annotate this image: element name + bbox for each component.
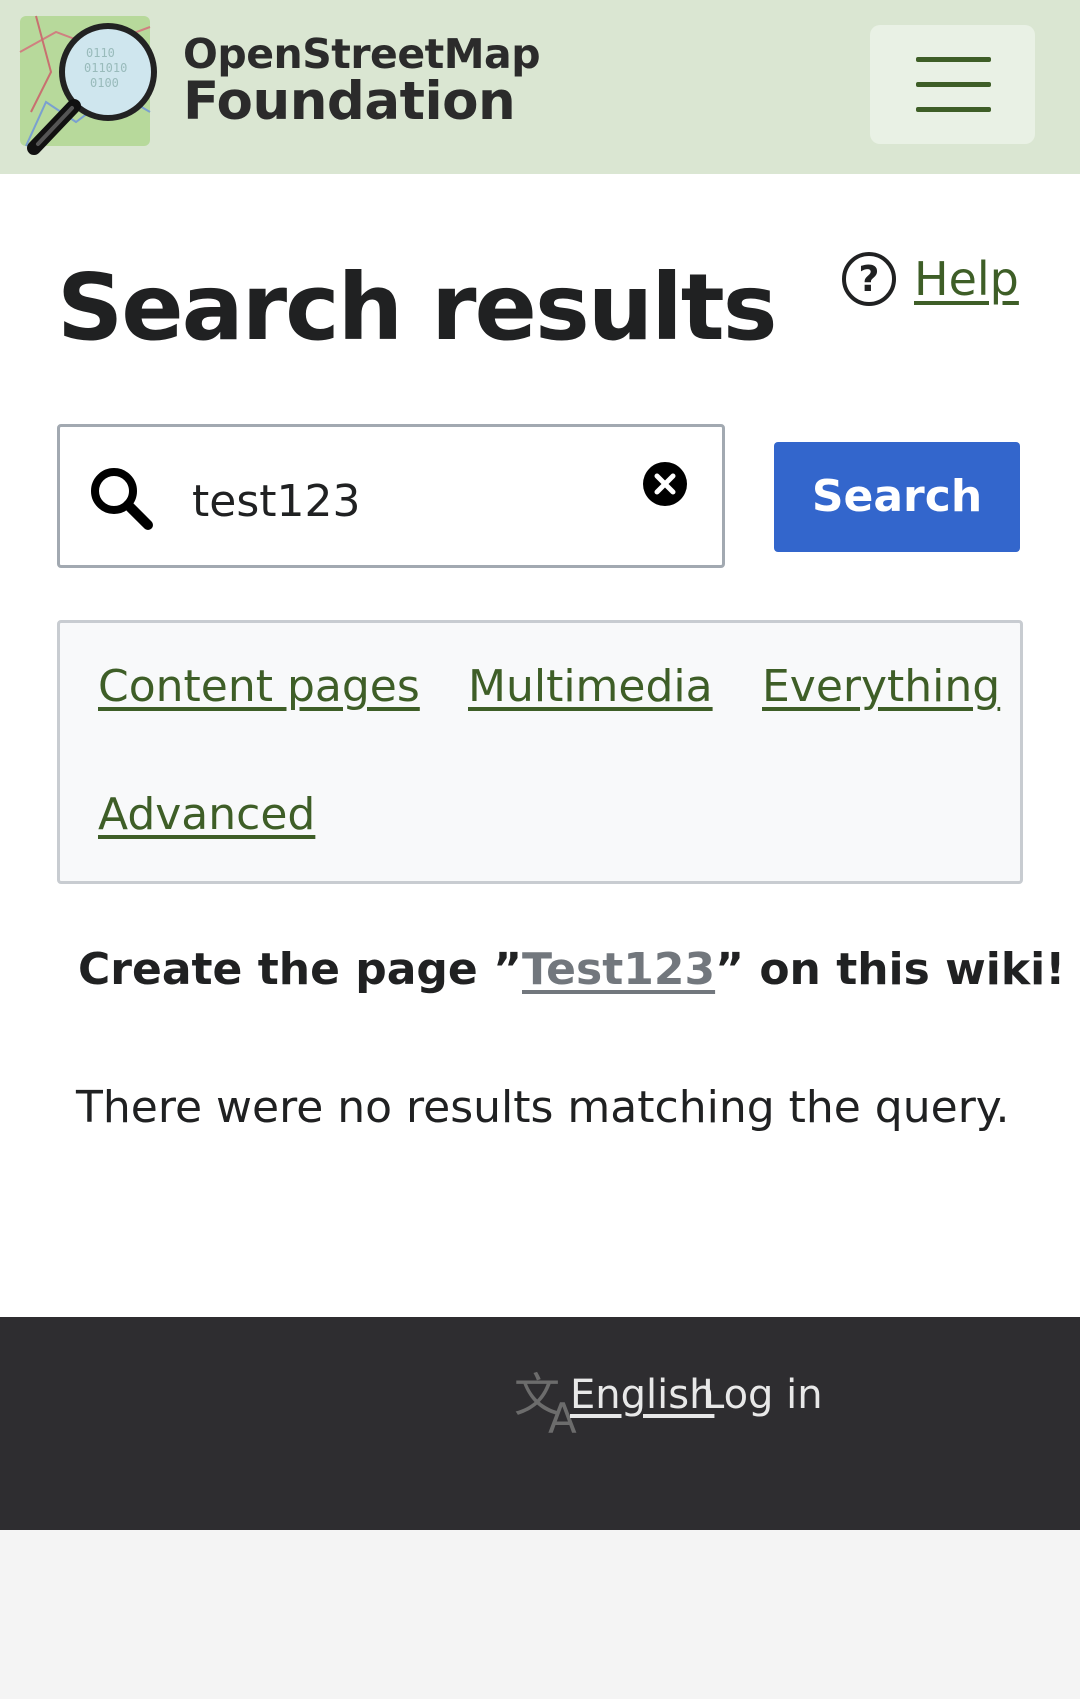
page: 0110 011010 0100 OpenStreetMap Foundatio…: [0, 0, 1080, 1699]
create-page-prefix: Create the page ”: [78, 944, 522, 995]
no-results-message: There were no results matching the query…: [76, 1082, 1010, 1133]
osmf-logo[interactable]: 0110 011010 0100: [16, 12, 166, 162]
close-icon: [654, 473, 676, 495]
search-input[interactable]: [190, 467, 574, 535]
site-footer: 文 A English Log in: [0, 1317, 1080, 1530]
create-page-notice: Create the page ”Test123” on this wiki!: [78, 944, 1065, 995]
site-header: 0110 011010 0100 OpenStreetMap Foundatio…: [0, 0, 1080, 174]
create-page-suffix: ” on this wiki!: [715, 944, 1066, 995]
logo-line-foundation: Foundation: [183, 71, 516, 132]
search-icon: [91, 468, 153, 530]
filter-content-pages[interactable]: Content pages: [98, 661, 420, 712]
search-button[interactable]: Search: [774, 442, 1020, 552]
filter-multimedia[interactable]: Multimedia: [468, 661, 713, 712]
create-page-link[interactable]: Test123: [522, 944, 715, 995]
clear-search-icon[interactable]: [643, 462, 687, 506]
svg-text:0110: 0110: [86, 46, 115, 60]
svg-text:0100: 0100: [90, 76, 119, 90]
help-icon: ?: [842, 252, 896, 306]
language-selector[interactable]: English: [570, 1372, 714, 1418]
osm-logo-icon: 0110 011010 0100: [19, 15, 157, 155]
filter-everything[interactable]: Everything: [762, 661, 1000, 712]
logo-line-openstreetmap: OpenStreetMap: [183, 30, 541, 78]
help-label: Help: [914, 252, 1019, 306]
main-content: Search results ? Help Search Content pag…: [0, 174, 1080, 1317]
search-box: [57, 424, 725, 568]
page-title: Search results: [57, 254, 777, 361]
svg-text:011010: 011010: [84, 61, 127, 75]
help-link[interactable]: ? Help: [842, 247, 1019, 311]
login-link[interactable]: Log in: [702, 1372, 823, 1418]
logo-wordmark[interactable]: OpenStreetMap Foundation: [183, 30, 541, 132]
search-profile-filters: Content pages Multimedia Everything Adva…: [57, 620, 1023, 884]
main-menu-button[interactable]: [870, 25, 1035, 144]
filter-advanced[interactable]: Advanced: [98, 789, 315, 840]
